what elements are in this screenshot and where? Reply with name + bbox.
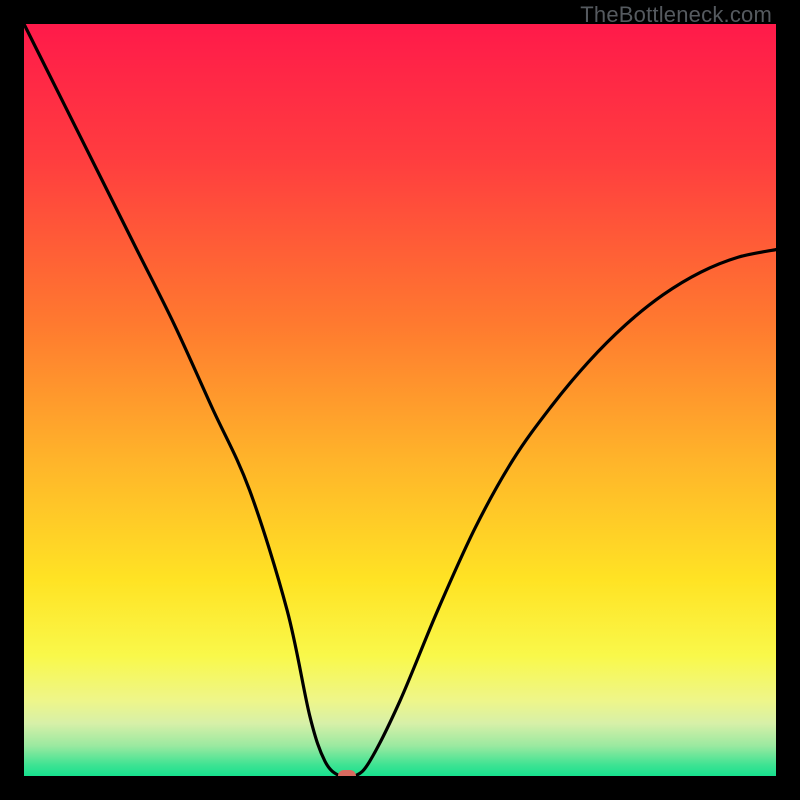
chart-frame: TheBottleneck.com — [0, 0, 800, 800]
optimal-marker — [338, 770, 356, 776]
bottleneck-curve — [24, 24, 776, 776]
curve-path — [24, 24, 776, 776]
watermark-label: TheBottleneck.com — [580, 2, 772, 28]
plot-area — [24, 24, 776, 776]
